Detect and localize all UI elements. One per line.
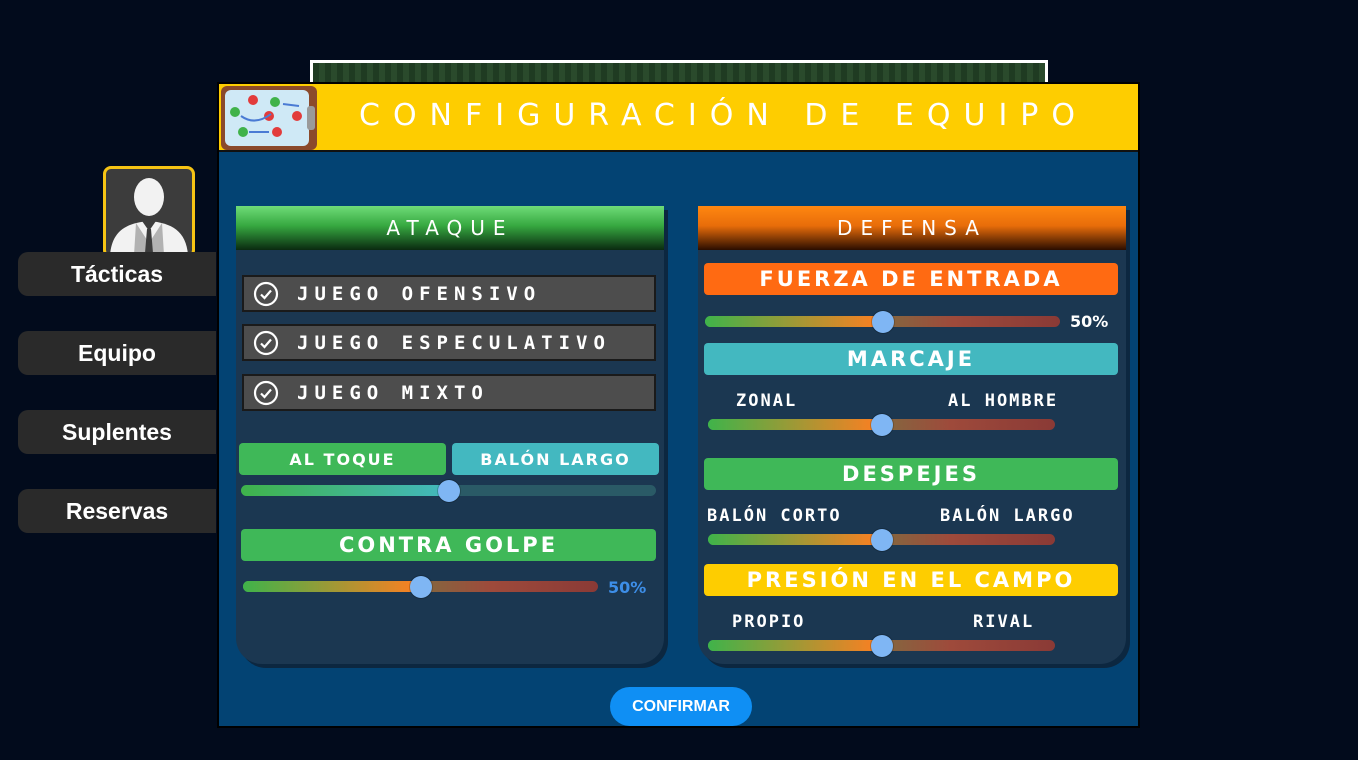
counter-attack-value: 50% [608, 578, 647, 597]
sidebar-item-tactics[interactable]: Tácticas [18, 252, 216, 296]
clearances-label: DESPEJES [704, 458, 1118, 490]
slider-knob[interactable] [409, 575, 432, 598]
option-label: JUEGO MIXTO [297, 381, 489, 404]
short-pass-button[interactable]: AL TOQUE [239, 443, 446, 475]
page-title: CONFIGURACIÓN DE EQUIPO [359, 98, 1088, 133]
user-silhouette-icon [110, 178, 188, 255]
check-circle-icon [253, 380, 279, 405]
defense-card: DEFENSA FUERZA DE ENTRADA 50% MARCAJE ZO… [698, 206, 1126, 664]
pressure-left-label: PROPIO [732, 612, 806, 632]
marking-left-label: ZONAL [736, 391, 798, 411]
counter-attack-slider[interactable] [243, 575, 598, 598]
avatar[interactable] [103, 166, 195, 258]
check-circle-icon [253, 281, 279, 306]
option-offensive[interactable]: JUEGO OFENSIVO [242, 275, 656, 312]
defense-title: DEFENSA [698, 206, 1126, 250]
sidebar-item-label: Equipo [78, 339, 156, 366]
passing-slider[interactable] [241, 479, 656, 502]
sidebar-item-reserves[interactable]: Reservas [18, 489, 216, 533]
attack-title: ATAQUE [236, 206, 664, 250]
confirm-button[interactable]: CONFIRMAR [610, 687, 752, 726]
pressure-right-label: RIVAL [973, 612, 1035, 632]
marking-label: MARCAJE [704, 343, 1118, 375]
option-mixed[interactable]: JUEGO MIXTO [242, 374, 656, 411]
marking-slider[interactable] [708, 413, 1055, 436]
clearances-right-label: BALÓN LARGO [940, 506, 1075, 526]
option-label: JUEGO OFENSIVO [297, 282, 542, 305]
panel-header: CONFIGURACIÓN DE EQUIPO [219, 84, 1138, 152]
tackle-strength-value: 50% [1070, 312, 1109, 331]
sidebar-item-substitutes[interactable]: Suplentes [18, 410, 216, 454]
clearances-left-label: BALÓN CORTO [707, 506, 842, 526]
option-label: JUEGO ESPECULATIVO [297, 331, 611, 354]
field-pressure-slider[interactable] [708, 634, 1055, 657]
slider-knob[interactable] [871, 310, 894, 333]
slider-knob[interactable] [437, 479, 460, 502]
sidebar-item-label: Tácticas [70, 260, 164, 287]
slider-knob[interactable] [870, 413, 893, 436]
tactics-board-icon [221, 86, 317, 150]
team-config-panel: CONFIGURACIÓN DE EQUIPO ATAQUE JUEGO OFE… [217, 82, 1140, 728]
check-circle-icon [253, 330, 279, 355]
counter-attack-label: CONTRA GOLPE [241, 529, 656, 561]
marking-right-label: AL HOMBRE [948, 391, 1059, 411]
option-speculative[interactable]: JUEGO ESPECULATIVO [242, 324, 656, 361]
slider-knob[interactable] [870, 634, 893, 657]
attack-card: ATAQUE JUEGO OFENSIVO JUEGO ESPECULATIVO… [236, 206, 664, 664]
sidebar-item-label: Suplentes [62, 418, 172, 445]
sidebar-item-label: Reservas [65, 497, 169, 524]
slider-knob[interactable] [870, 528, 893, 551]
field-pressure-label: PRESIÓN EN EL CAMPO [704, 564, 1118, 596]
tackle-strength-label: FUERZA DE ENTRADA [704, 263, 1118, 295]
sidebar-item-team[interactable]: Equipo [18, 331, 216, 375]
long-ball-button[interactable]: BALÓN LARGO [452, 443, 659, 475]
clearances-slider[interactable] [708, 528, 1055, 551]
tackle-strength-slider[interactable] [705, 310, 1060, 333]
